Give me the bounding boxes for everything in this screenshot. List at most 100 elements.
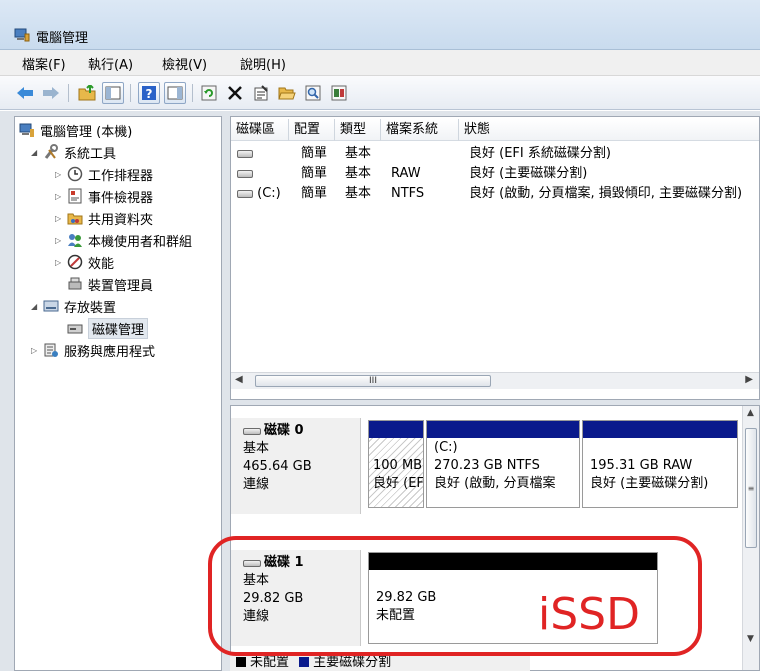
- up-folder-icon[interactable]: [76, 82, 98, 104]
- collapsed-arrow-icon[interactable]: ▷: [55, 192, 67, 201]
- partition-size: 195.31 GB RAW: [590, 458, 693, 473]
- collapsed-arrow-icon[interactable]: ▷: [55, 258, 67, 267]
- scrollbar-thumb[interactable]: ≡: [745, 428, 757, 548]
- partition-status: 良好 (主要磁碟分割): [590, 476, 709, 491]
- menu-view[interactable]: 檢視(V): [162, 54, 207, 73]
- tree-item-disk-management[interactable]: 磁碟管理: [67, 317, 149, 339]
- properties-icon[interactable]: [250, 82, 272, 104]
- tree-item-services[interactable]: ▷ 服務與應用程式: [31, 340, 155, 360]
- scroll-left-icon[interactable]: ◀: [235, 374, 243, 385]
- tree-label: 系統工具: [64, 146, 117, 162]
- delete-icon[interactable]: [224, 82, 246, 104]
- collapsed-arrow-icon[interactable]: ▷: [55, 214, 67, 223]
- scroll-right-icon[interactable]: ▶: [745, 374, 753, 385]
- unallocated-swatch: [236, 657, 246, 667]
- tree-item-storage[interactable]: ◢ 存放裝置: [31, 296, 116, 316]
- column-header-status[interactable]: 狀態: [459, 119, 759, 141]
- vertical-scrollbar[interactable]: ▲ ≡ ▼: [742, 406, 759, 670]
- partition-status: 良好 (啟動, 分頁檔案: [434, 476, 556, 491]
- partition-legend: 未配置 主要磁碟分割: [230, 655, 530, 671]
- refresh-icon[interactable]: [198, 82, 220, 104]
- tree-item-system-tools[interactable]: ◢ 系統工具: [31, 142, 116, 162]
- partition-bar: [427, 421, 579, 438]
- computer-management-icon: [14, 28, 30, 42]
- back-arrow-icon[interactable]: [14, 82, 36, 104]
- table-row[interactable]: [237, 165, 253, 183]
- column-header-type[interactable]: 類型: [335, 119, 381, 141]
- tree-label: 存放裝置: [64, 300, 117, 316]
- expanded-arrow-icon[interactable]: ◢: [31, 302, 43, 311]
- tree-label: 服務與應用程式: [64, 344, 156, 360]
- menu-bar: 檔案(F) 執行(A) 檢視(V) 說明(H): [0, 50, 760, 76]
- table-row[interactable]: [237, 145, 253, 163]
- volume-status: 良好 (主要磁碟分割): [469, 166, 588, 181]
- partition-efi[interactable]: 100 MB 良好 (EFI 系統磁碟分割): [368, 420, 424, 508]
- volume-status: 良好 (啟動, 分頁檔案, 損毀傾印, 主要磁碟分割): [469, 186, 743, 201]
- partition-raw[interactable]: 195.31 GB RAW 良好 (主要磁碟分割): [582, 420, 738, 508]
- partition-size: 270.23 GB NTFS: [434, 458, 540, 473]
- toolbar-separator: [192, 84, 193, 102]
- volume-name: (C:): [257, 186, 281, 201]
- volume-status: 良好 (EFI 系統磁碟分割): [469, 146, 611, 161]
- column-header-layout[interactable]: 配置: [289, 119, 335, 141]
- tree-label: 效能: [88, 256, 115, 272]
- expanded-arrow-icon[interactable]: ◢: [31, 148, 43, 157]
- search-icon[interactable]: [302, 82, 324, 104]
- open-icon[interactable]: [276, 82, 298, 104]
- disk-management-icon: [67, 320, 83, 336]
- tree-item-event-viewer[interactable]: ▷ 事件檢視器: [55, 186, 153, 206]
- table-row[interactable]: (C:): [237, 185, 281, 203]
- settings-icon[interactable]: [328, 82, 350, 104]
- event-viewer-icon: [67, 188, 83, 204]
- annotation-text: iSSD: [538, 589, 640, 640]
- partition-size: 100 MB: [373, 458, 423, 473]
- scrollbar-thumb[interactable]: III: [255, 375, 491, 387]
- scroll-down-icon[interactable]: ▼: [747, 634, 754, 644]
- volume-type: 基本: [345, 166, 372, 181]
- tools-icon: [43, 144, 59, 160]
- horizontal-scrollbar[interactable]: ◀ III ▶: [231, 372, 759, 389]
- tree-item-device-manager[interactable]: 裝置管理員: [67, 274, 153, 294]
- tree-label: 本機使用者和群組: [88, 234, 193, 250]
- menu-file[interactable]: 檔案(F): [22, 54, 66, 73]
- tree-item-task-scheduler[interactable]: ▷ 工作排程器: [55, 164, 153, 184]
- forward-arrow-icon[interactable]: [40, 82, 62, 104]
- tree-item-local-users[interactable]: ▷ 本機使用者和群組: [55, 230, 192, 250]
- users-icon: [67, 232, 83, 248]
- tree-item-computer-management[interactable]: 電腦管理 (本機): [19, 120, 132, 140]
- legend-unallocated: 未配置: [250, 655, 290, 670]
- collapsed-arrow-icon[interactable]: ▷: [55, 236, 67, 245]
- volume-layout: 簡單: [301, 186, 328, 201]
- menu-action[interactable]: 執行(A): [88, 54, 133, 73]
- drive-icon: [237, 149, 253, 158]
- window-title: 電腦管理: [36, 31, 89, 46]
- column-header-volume[interactable]: 磁碟區: [231, 119, 289, 141]
- computer-management-icon: [19, 122, 35, 138]
- partition-label: [373, 439, 423, 457]
- tree-label: 工作排程器: [88, 168, 154, 184]
- disk-name-row: 磁碟 0: [243, 422, 348, 440]
- toolbar: ?: [0, 76, 760, 110]
- menu-help[interactable]: 說明(H): [240, 54, 286, 73]
- disk-0-label[interactable]: 磁碟 0 基本 465.64 GB 連線: [231, 418, 361, 514]
- svg-text:?: ?: [146, 87, 153, 101]
- show-hide-tree-icon[interactable]: [102, 82, 124, 104]
- collapsed-arrow-icon[interactable]: ▷: [55, 170, 67, 179]
- column-header-filesystem[interactable]: 檔案系統: [381, 119, 459, 141]
- action-pane-icon[interactable]: [164, 82, 186, 104]
- partition-bar: [583, 421, 737, 438]
- scroll-up-icon[interactable]: ▲: [747, 408, 754, 418]
- tree-item-performance[interactable]: ▷ 效能: [55, 252, 114, 272]
- tree-label: 事件檢視器: [88, 190, 154, 206]
- clock-icon: [67, 166, 83, 182]
- drive-icon: [243, 427, 261, 435]
- partition-c[interactable]: (C:) 270.23 GB NTFS 良好 (啟動, 分頁檔案: [426, 420, 580, 508]
- collapsed-arrow-icon[interactable]: ▷: [31, 346, 43, 355]
- tree-item-shared-folders[interactable]: ▷ 共用資料夾: [55, 208, 153, 228]
- tree-label: 共用資料夾: [88, 212, 154, 228]
- shared-folder-icon: [67, 210, 83, 226]
- help-icon[interactable]: ?: [138, 82, 160, 104]
- toolbar-separator: [68, 84, 69, 102]
- drive-icon: [237, 169, 253, 178]
- partition-status: 良好 (EFI 系統磁碟分割): [373, 476, 424, 491]
